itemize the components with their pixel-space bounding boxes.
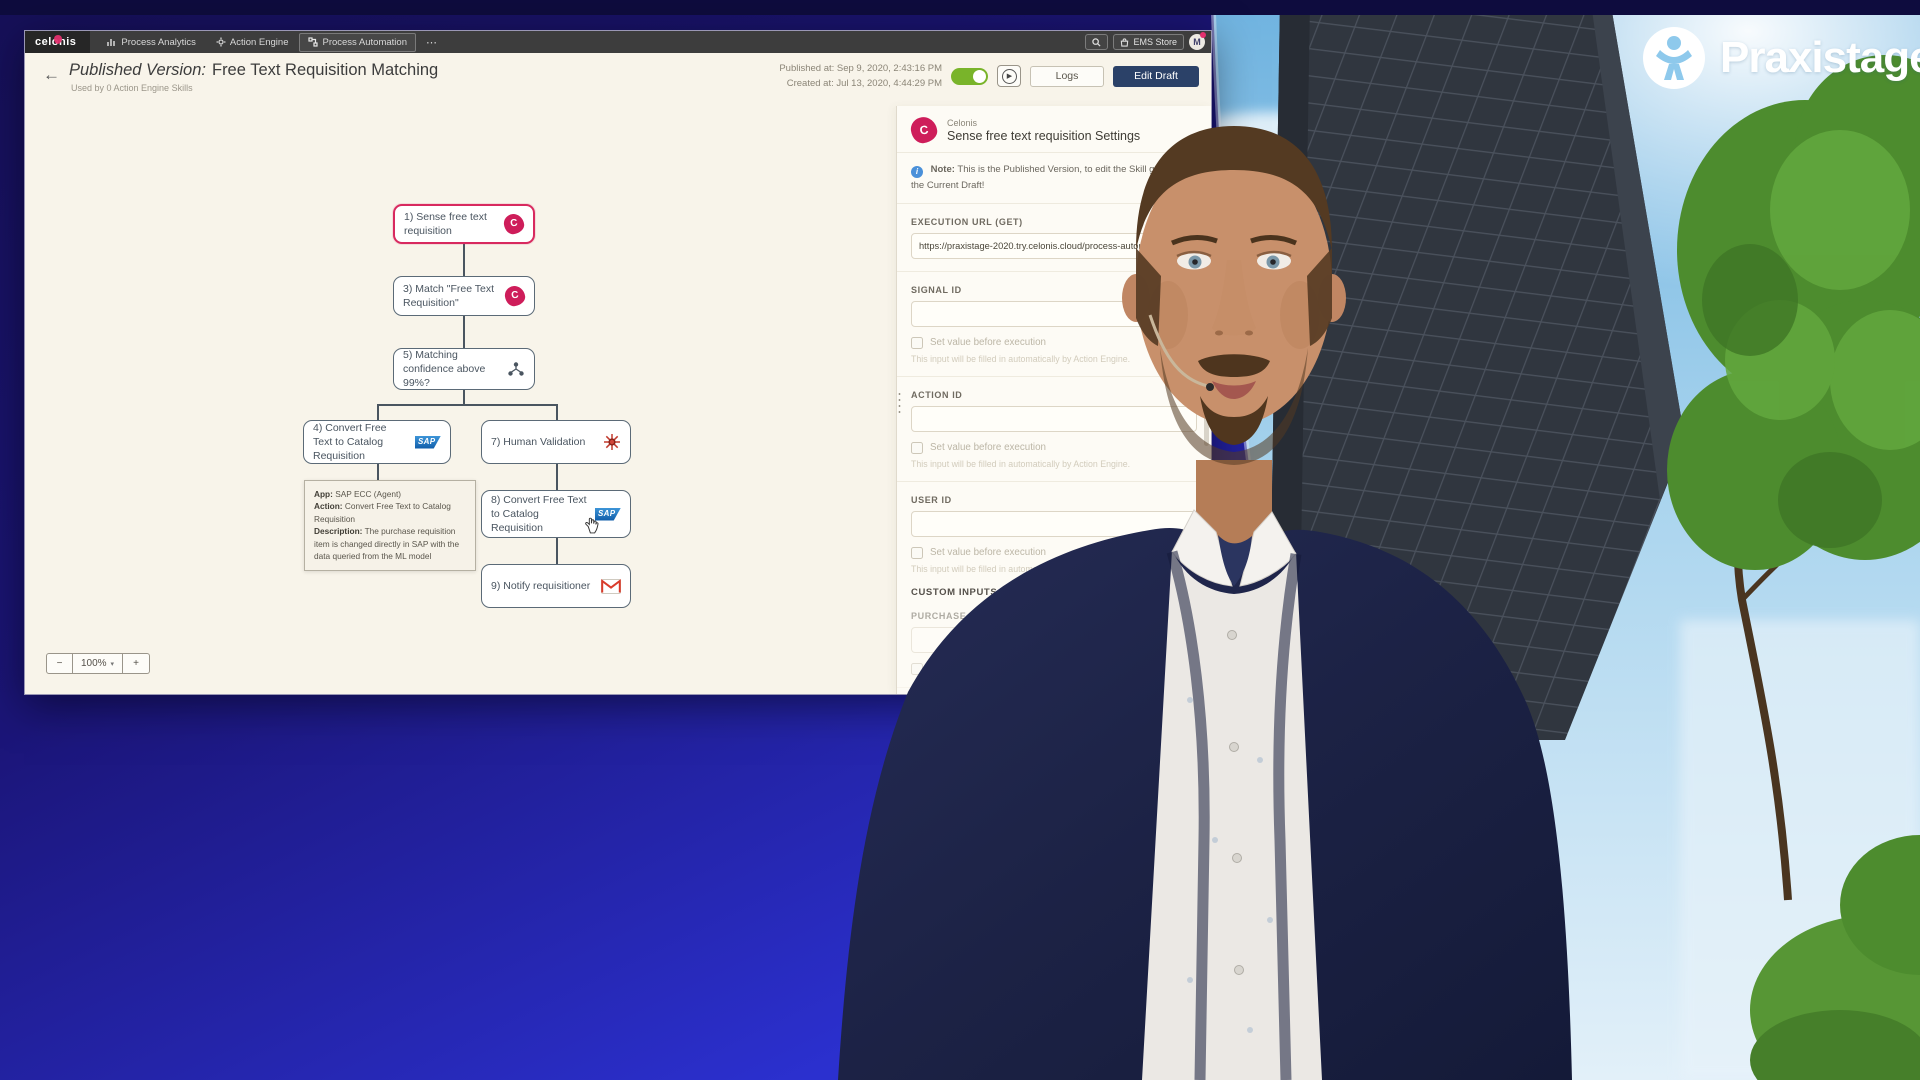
process-analytics-icon — [107, 37, 117, 47]
connector — [463, 316, 465, 348]
zoom-in-button[interactable]: + — [123, 653, 150, 674]
user-avatar[interactable]: M — [1189, 34, 1205, 50]
hand-cursor-icon — [585, 517, 600, 534]
zoom-control: − 100% ▾ + — [46, 653, 150, 674]
title-prefix: Published Version: — [69, 61, 206, 79]
stage: Praxistage.at© celonis Process Analytics… — [0, 0, 1920, 1080]
back-arrow-button[interactable]: ← — [43, 65, 60, 85]
top-frame — [0, 0, 1920, 15]
ems-store-button[interactable]: EMS Store — [1113, 34, 1184, 50]
action-engine-icon — [216, 37, 226, 47]
chevron-down-icon: ▾ — [111, 660, 115, 668]
title-text: Free Text Requisition Matching — [212, 61, 438, 79]
zoom-level-select[interactable]: 100% ▾ — [73, 653, 123, 674]
flow-node-sense[interactable]: 1) Sense free text requisition C — [393, 204, 535, 244]
connector — [377, 404, 557, 406]
connector — [377, 464, 379, 480]
praxistage-figure-icon — [1642, 26, 1706, 90]
connector — [556, 538, 558, 564]
app-topbar: celonis Process Analytics Action Engine … — [25, 31, 1211, 53]
page-subtitle: Used by 0 Action Engine Skills — [71, 83, 193, 93]
connector — [377, 404, 379, 420]
flow-node-confidence[interactable]: 5) Matching confidence above 99%? — [393, 348, 535, 390]
celonis-skill-icon: C — [504, 285, 527, 308]
topbar-right: EMS Store M — [1085, 34, 1211, 50]
tab-process-analytics[interactable]: Process Analytics — [98, 33, 204, 52]
presenter — [820, 80, 1580, 1080]
tab-action-engine[interactable]: Action Engine — [207, 33, 298, 52]
praxistage-logo: Praxistage.at© — [1642, 26, 1920, 90]
store-bag-icon — [1120, 38, 1129, 47]
ml-decision-icon — [507, 360, 525, 378]
search-icon — [1092, 38, 1101, 47]
flow-node-notify[interactable]: 9) Notify requisitioner — [481, 564, 631, 608]
logo-text: Praxistage.at — [1720, 33, 1920, 82]
connector — [556, 404, 558, 420]
app-tabs: Process Analytics Action Engine Process … — [98, 33, 446, 52]
flow-node-convert-a[interactable]: 4) Convert Free Text to Catalog Requisit… — [303, 420, 451, 464]
celonis-skill-icon: C — [503, 213, 526, 236]
zoom-out-button[interactable]: − — [46, 653, 73, 674]
more-tabs-button[interactable]: ⋯ — [418, 36, 446, 49]
published-at: Published at: Sep 9, 2020, 2:43:16 PM — [779, 61, 942, 76]
connector — [556, 464, 558, 490]
process-automation-icon — [308, 37, 318, 47]
search-button[interactable] — [1085, 34, 1108, 50]
page-title: Published Version: Free Text Requisition … — [69, 61, 438, 80]
flow-node-human-validation[interactable]: 7) Human Validation — [481, 420, 631, 464]
human-task-icon — [603, 433, 621, 451]
sap-icon: SAP — [415, 436, 441, 449]
flow-node-convert-b[interactable]: 8) Convert Free Text to Catalog Requisit… — [481, 490, 631, 538]
celonis-logo[interactable]: celonis — [25, 31, 90, 53]
connector — [463, 244, 465, 276]
tab-process-automation[interactable]: Process Automation — [299, 33, 416, 52]
notification-dot — [1200, 32, 1206, 38]
flow-node-match[interactable]: 3) Match "Free Text Requisition" C — [393, 276, 535, 316]
action-tooltip: App: SAP ECC (Agent) Action: Convert Fre… — [304, 480, 476, 571]
gmail-icon — [601, 579, 621, 594]
skill-canvas: 1) Sense free text requisition C 3) Matc… — [25, 106, 896, 694]
connector — [463, 390, 465, 404]
